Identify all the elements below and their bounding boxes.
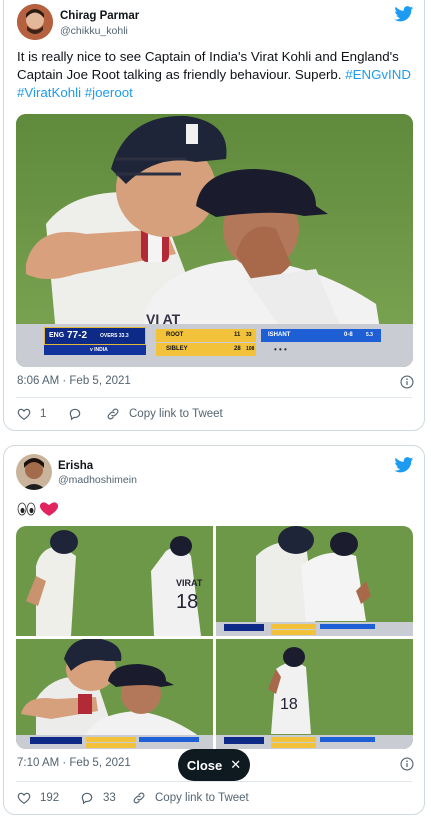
twitter-bird-icon[interactable] <box>394 457 414 473</box>
scoreboard: ENG 77-2 OVERS 33.3 v INDIA ROOT 11 33 S… <box>16 324 413 367</box>
copy-link-label: Copy link to Tweet <box>155 792 249 804</box>
hashtag-viratkohli[interactable]: #ViratKohli <box>17 85 81 100</box>
photo-4-image: 18 <box>216 647 413 749</box>
photo-3[interactable] <box>16 638 213 749</box>
jersey-number: 18 <box>280 696 298 713</box>
reply-icon <box>81 792 93 805</box>
jersey-name: VIRAT <box>176 578 203 588</box>
score-runs: 77-2 <box>67 330 88 341</box>
avatar[interactable] <box>17 4 53 40</box>
red-heart-emoji <box>39 502 59 516</box>
photo-1[interactable]: VIRAT 18 <box>16 526 213 636</box>
hashtag-joeroot[interactable]: #joeroot <box>85 85 133 100</box>
tweet-photo-grid: VIRAT 18 18 <box>16 526 413 749</box>
hashtag-engvind[interactable]: #ENGvIND <box>345 67 411 82</box>
photo-3-image <box>16 638 213 749</box>
close-button[interactable]: Close ✕ <box>178 749 250 781</box>
timestamp[interactable]: 7:10 AM · Feb 5, 2021 <box>17 757 131 769</box>
tweet-body: It is really nice to see Captain of Indi… <box>17 49 399 82</box>
reply-button[interactable] <box>68 407 91 421</box>
avatar-image <box>17 4 53 40</box>
batsman-1: ROOT <box>166 332 184 338</box>
info-icon[interactable] <box>400 375 414 389</box>
display-name[interactable]: Erisha <box>58 460 93 472</box>
close-label: Close <box>186 757 223 773</box>
reply-count: 33 <box>103 792 116 804</box>
like-button[interactable]: 1 <box>17 407 46 421</box>
photo-1-image: VIRAT 18 <box>26 530 203 636</box>
info-icon[interactable] <box>400 757 414 771</box>
user-handle[interactable]: @chikku_kohli <box>60 25 128 37</box>
bowler-overs: 5.3 <box>366 332 373 338</box>
display-name[interactable]: Chirag Parmar <box>60 10 139 22</box>
copy-link-button[interactable]: Copy link to Tweet <box>132 791 249 805</box>
batsman-2-balls: 108 <box>246 346 255 352</box>
like-button[interactable]: 192 <box>17 791 59 805</box>
jersey-number: 18 <box>176 591 198 613</box>
score-team: ENG <box>49 332 65 339</box>
batsman-1-score: 11 <box>234 332 241 338</box>
link-icon <box>133 792 145 804</box>
batsman-2-score: 28 <box>234 346 241 352</box>
bowler-figures: 0-8 <box>344 332 353 338</box>
eyes-emoji <box>17 502 36 516</box>
batsman-2: SIBLEY <box>166 346 188 352</box>
reply-button[interactable]: 33 <box>80 791 116 805</box>
score-overs: OVERS 33.3 <box>100 333 129 339</box>
divider <box>16 397 412 398</box>
heart-icon <box>17 408 31 420</box>
photo-4[interactable]: 18 <box>216 639 413 749</box>
twitter-bird-icon[interactable] <box>394 6 414 22</box>
photo-2[interactable] <box>216 526 413 636</box>
close-icon: ✕ <box>230 757 242 772</box>
user-handle[interactable]: @madhoshimein <box>58 474 137 486</box>
link-icon <box>107 408 119 420</box>
like-count: 192 <box>40 792 60 804</box>
reply-icon <box>69 408 81 421</box>
heart-icon <box>17 792 31 804</box>
batsman-1-balls: 33 <box>246 332 252 338</box>
score-vs: v INDIA <box>90 347 108 353</box>
copy-link-label: Copy link to Tweet <box>129 408 223 420</box>
timestamp[interactable]: 8:06 AM · Feb 5, 2021 <box>17 375 131 387</box>
photo-2-image <box>216 526 413 636</box>
copy-link-button[interactable]: Copy link to Tweet <box>106 407 223 421</box>
tweet-emoji <box>17 502 59 516</box>
like-count: 1 <box>40 408 47 420</box>
divider <box>16 781 412 782</box>
tweet-card-1[interactable]: Chirag Parmar @chikku_kohli It is really… <box>3 0 425 431</box>
bowler-name: ISHANT <box>268 332 291 338</box>
ball-dots: • • • <box>274 345 287 354</box>
avatar[interactable] <box>16 454 52 490</box>
avatar-image <box>16 454 52 490</box>
tweet-photo[interactable]: VI AT ENG 77-2 OVERS 33.3 v INDIA ROOT 1… <box>16 114 413 367</box>
tweet-text: It is really nice to see Captain of Indi… <box>17 48 417 102</box>
